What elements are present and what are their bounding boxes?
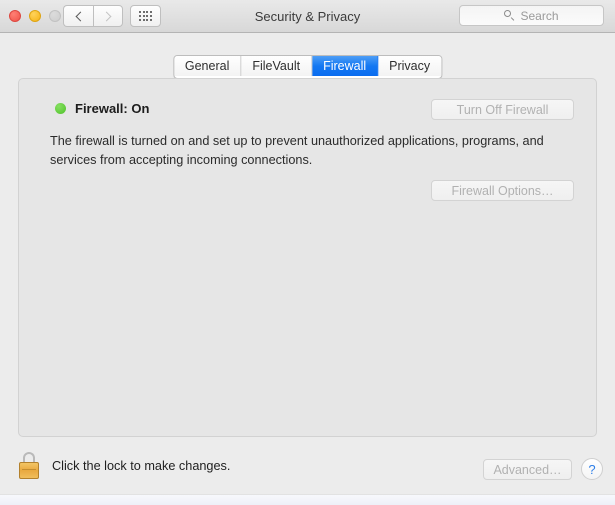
search-placeholder: Search <box>520 8 559 23</box>
search-field[interactable]: Search <box>459 5 604 26</box>
tab-privacy[interactable]: Privacy <box>378 56 442 76</box>
lock-closed-icon[interactable] <box>18 452 40 479</box>
turn-off-firewall-button: Turn Off Firewall <box>431 99 574 120</box>
firewall-status: Firewall: On <box>55 101 149 116</box>
tab-firewall[interactable]: Firewall <box>312 56 379 76</box>
tab-filevault[interactable]: FileVault <box>241 56 313 76</box>
tab-bar: General FileVault Firewall Privacy <box>0 33 615 79</box>
firewall-description: The firewall is turned on and set up to … <box>50 134 544 167</box>
firewall-panel: Firewall: On Turn Off Firewall The firew… <box>18 78 597 437</box>
firewall-options-button: Firewall Options… <box>431 180 574 201</box>
search-icon <box>504 10 515 21</box>
window-bottom-edge <box>0 494 615 505</box>
titlebar: Security & Privacy Search <box>0 0 615 33</box>
tab-general[interactable]: General <box>173 56 242 76</box>
green-dot-icon <box>55 103 66 114</box>
lock-hint-label: Click the lock to make changes. <box>52 458 231 473</box>
firewall-status-label: Firewall: On <box>75 101 150 116</box>
security-privacy-window: Security & Privacy Search General FileVa… <box>0 0 615 505</box>
help-button[interactable]: ? <box>581 458 603 480</box>
advanced-button: Advanced… <box>483 459 572 480</box>
lock-row[interactable]: Click the lock to make changes. <box>18 452 230 479</box>
tab-group: General FileVault Firewall Privacy <box>172 55 443 79</box>
